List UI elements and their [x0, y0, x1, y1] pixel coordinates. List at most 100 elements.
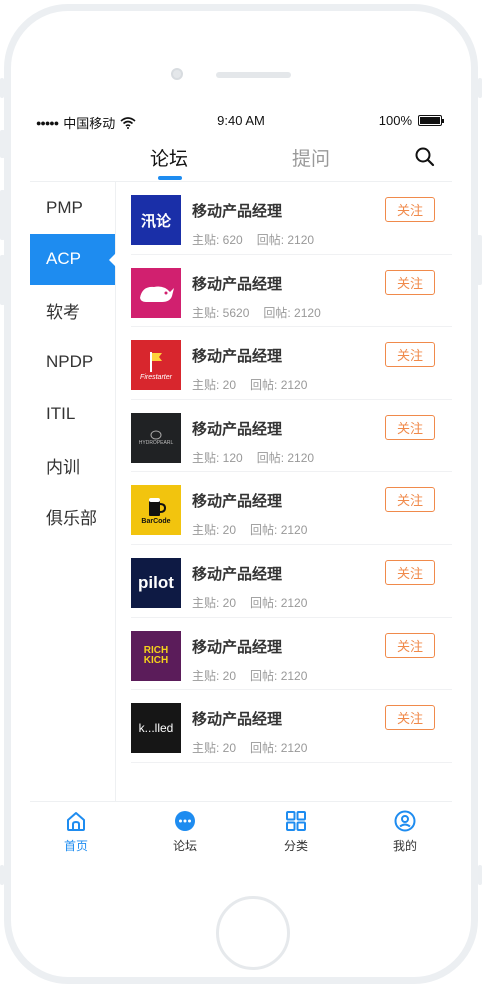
app-screen: ●●●●● 中国移动 9:40 AM 100% 论坛 提问 PMP ACP 软考 [30, 100, 452, 870]
forum-thumbnail [131, 267, 181, 318]
follow-button[interactable]: 关注 [385, 559, 435, 585]
bottom-tab-home[interactable]: 首页 [46, 810, 106, 854]
forum-title: 移动产品经理 [192, 638, 283, 656]
phone-side-button [0, 190, 5, 240]
tab-ask[interactable]: 提问 [292, 144, 330, 171]
post-count: 主贴: 20 [192, 595, 237, 610]
phone-side-button [477, 235, 482, 285]
post-count: 主贴: 20 [192, 741, 237, 756]
forum-row[interactable]: 移动产品经理 主贴: 5620 回帖: 2120 关注 [131, 255, 452, 328]
status-right: 100% [378, 113, 444, 128]
reply-count: 回帖: 2120 [250, 595, 308, 610]
bottom-tab-forum[interactable]: 论坛 [155, 810, 215, 854]
pearl-logo-icon [150, 430, 162, 440]
forum-thumbnail: HYDROPEARL [131, 412, 181, 463]
forum-row[interactable]: Firestarter 移动产品经理 主贴: 20 回帖: 2120 关注 [131, 327, 452, 400]
reply-count: 回帖: 2120 [263, 305, 321, 320]
forum-title: 移动产品经理 [192, 348, 283, 366]
follow-button[interactable]: 关注 [385, 632, 435, 658]
forum-row[interactable]: 汛论 移动产品经理 主贴: 620 回帖: 2120 关注 [131, 182, 452, 255]
sidebar-item-ruankao[interactable]: 软考 [30, 285, 115, 337]
forum-stats: 主贴: 20 回帖: 2120 [192, 521, 307, 538]
flag-logo-icon [150, 351, 162, 372]
follow-button[interactable]: 关注 [385, 705, 435, 731]
thumbnail-caption: BarCode [141, 517, 171, 525]
top-tab-bar: 论坛 提问 [30, 142, 452, 182]
follow-button[interactable]: 关注 [385, 342, 435, 368]
thumbnail-caption: Firestarter [140, 373, 172, 381]
forum-stats: 主贴: 20 回帖: 2120 [192, 667, 307, 684]
forum-stats: 主贴: 120 回帖: 2120 [192, 449, 314, 466]
home-button[interactable] [216, 896, 290, 970]
follow-button[interactable]: 关注 [385, 269, 435, 295]
reply-count: 回帖: 2120 [256, 450, 315, 465]
forum-thumbnail: 汛论 [131, 195, 181, 245]
forum-thumbnail: pilot [131, 557, 181, 608]
bottom-tab-label: 分类 [283, 839, 308, 853]
phone-side-notch [0, 78, 4, 98]
forum-title: 移动产品经理 [192, 275, 283, 293]
forum-row[interactable]: RICH KICH 移动产品经理 主贴: 20 回帖: 2120 关注 [131, 618, 452, 691]
profile-icon [394, 810, 416, 832]
post-count: 主贴: 20 [192, 378, 237, 393]
phone-side-notch [478, 865, 482, 885]
bottom-tab-bar: 首页 论坛 分类 我的 [30, 801, 452, 870]
beer-mug-icon [149, 497, 166, 516]
post-count: 主贴: 5620 [192, 305, 250, 320]
post-count: 主贴: 20 [192, 523, 237, 538]
forum-title: 移动产品经理 [192, 420, 283, 438]
forum-title: 移动产品经理 [192, 493, 283, 511]
forum-title: 移动产品经理 [192, 565, 283, 583]
front-camera [171, 68, 183, 80]
post-count: 主贴: 620 [192, 233, 243, 247]
forum-stats: 主贴: 620 回帖: 2120 [192, 231, 314, 248]
bottom-tab-label: 论坛 [172, 839, 197, 853]
battery-icon [418, 115, 444, 126]
forum-stats: 主贴: 5620 回帖: 2120 [192, 304, 321, 321]
reply-count: 回帖: 2120 [250, 668, 308, 683]
rhino-logo-icon [140, 286, 174, 302]
forum-row[interactable]: HYDROPEARL 移动产品经理 主贴: 120 回帖: 2120 关注 [131, 400, 452, 473]
grid-icon [286, 811, 306, 831]
reply-count: 回帖: 2120 [250, 741, 308, 756]
reply-count: 回帖: 2120 [250, 378, 308, 393]
post-count: 主贴: 20 [192, 668, 237, 683]
earpiece-speaker [216, 72, 291, 78]
phone-side-notch [0, 865, 4, 885]
phone-side-button [0, 255, 5, 305]
bottom-tab-category[interactable]: 分类 [266, 810, 326, 854]
follow-button[interactable]: 关注 [385, 487, 435, 513]
active-tab-indicator [158, 176, 182, 180]
follow-button[interactable]: 关注 [385, 414, 435, 440]
reply-count: 回帖: 2120 [256, 233, 315, 247]
phone-side-button [0, 130, 5, 158]
sidebar-item-npdp[interactable]: NPDP [30, 337, 115, 389]
phone-side-notch [478, 78, 482, 98]
tab-forum[interactable]: 论坛 [150, 144, 188, 171]
bottom-tab-label: 首页 [63, 839, 88, 853]
thumbnail-caption: HYDROPEARL [138, 439, 174, 446]
chat-bubble-icon [175, 811, 195, 831]
category-sidebar: PMP ACP 软考 NPDP ITIL 内训 俱乐部 [30, 182, 116, 802]
forum-thumbnail: BarCode [131, 485, 181, 536]
post-count: 主贴: 120 [192, 450, 243, 465]
bottom-tab-me[interactable]: 我的 [375, 810, 435, 854]
reply-count: 回帖: 2120 [250, 523, 308, 538]
follow-button[interactable]: 关注 [385, 197, 435, 222]
forum-row[interactable]: pilot 移动产品经理 主贴: 20 回帖: 2120 关注 [131, 545, 452, 618]
sidebar-item-acp[interactable]: ACP [30, 233, 116, 285]
forum-list: 汛论 移动产品经理 主贴: 620 回帖: 2120 关注 移动产品经理 主贴: … [131, 182, 452, 763]
forum-row[interactable]: k...lled 移动产品经理 主贴: 20 回帖: 2120 关注 [131, 690, 452, 763]
sidebar-item-itil[interactable]: ITIL [30, 388, 115, 440]
forum-row[interactable]: BarCode 移动产品经理 主贴: 20 回帖: 2120 关注 [131, 472, 452, 545]
sidebar-item-pmp[interactable]: PMP [30, 182, 115, 234]
forum-thumbnail: k...lled [131, 703, 181, 754]
forum-stats: 主贴: 20 回帖: 2120 [192, 594, 307, 611]
forum-stats: 主贴: 20 回帖: 2120 [192, 739, 307, 756]
status-bar: ●●●●● 中国移动 9:40 AM 100% [30, 110, 452, 132]
search-icon[interactable] [414, 146, 436, 168]
sidebar-item-club[interactable]: 俱乐部 [30, 491, 115, 543]
forum-title: 移动产品经理 [192, 203, 283, 220]
battery-percentage: 100% [378, 113, 412, 128]
sidebar-item-neixun[interactable]: 内训 [30, 440, 115, 492]
